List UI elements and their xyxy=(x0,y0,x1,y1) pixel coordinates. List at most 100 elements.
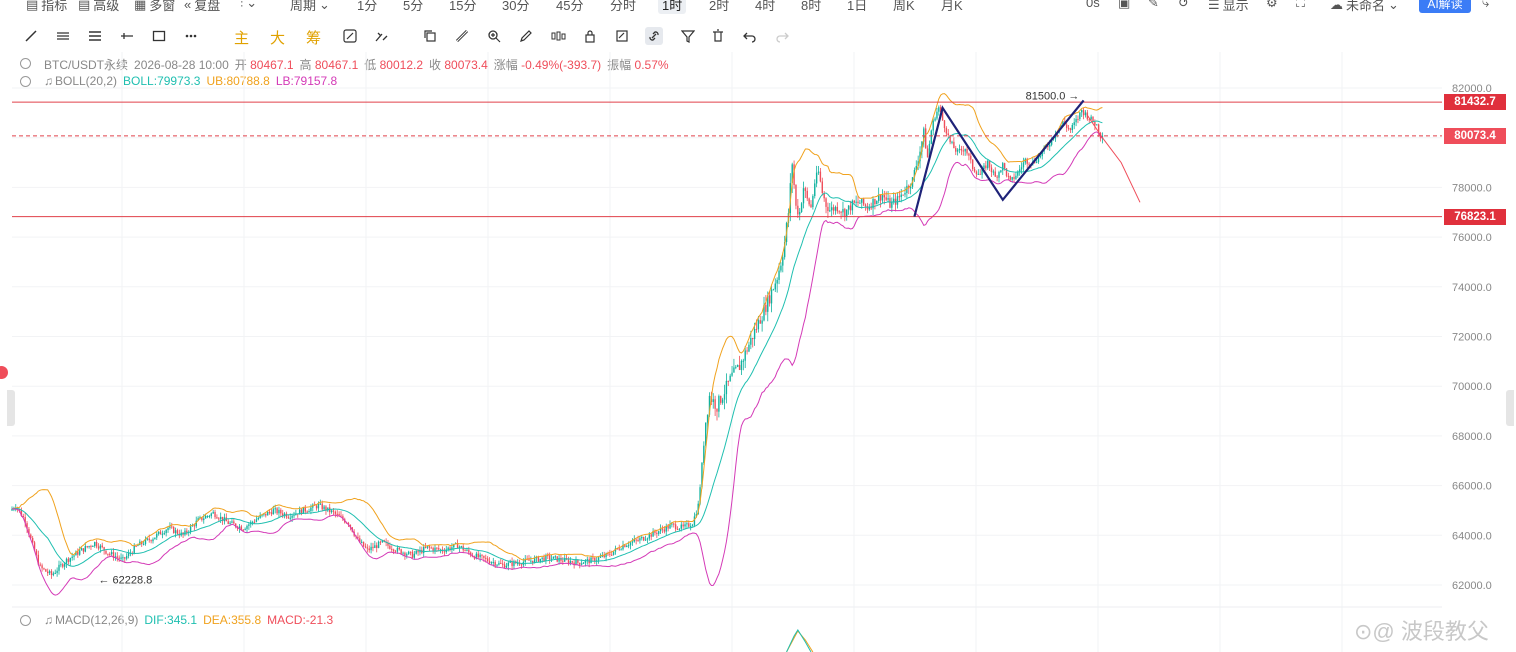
candle-body xyxy=(22,516,24,518)
collapse-circle-icon[interactable] xyxy=(20,615,31,626)
candle-body xyxy=(560,557,562,561)
redo-icon[interactable] xyxy=(773,27,791,45)
collapse-circle-icon[interactable] xyxy=(20,76,31,87)
candle-body xyxy=(302,507,305,514)
interval-timeshare[interactable]: 分时 xyxy=(610,0,636,14)
collapse-circle-icon[interactable] xyxy=(20,58,31,69)
undo-icon[interactable] xyxy=(741,27,759,45)
macd-bell-icon[interactable]: ♫ xyxy=(44,613,53,627)
candle-body xyxy=(400,549,402,554)
interval-1m[interactable]: 1分 xyxy=(357,0,377,14)
main-force-button[interactable]: 主 xyxy=(234,27,249,48)
eraser-tool-icon[interactable] xyxy=(373,27,391,45)
lock-icon[interactable] xyxy=(581,27,599,45)
candle-body xyxy=(344,519,346,523)
candle-body xyxy=(564,557,566,562)
interval-8h[interactable]: 8时 xyxy=(801,0,821,14)
macd-dif-line xyxy=(786,629,812,652)
candle-body xyxy=(423,547,425,553)
advanced-button[interactable]: ▤ 高级 xyxy=(78,0,119,14)
candle-body xyxy=(782,257,784,266)
candle-body xyxy=(900,194,902,198)
candle-body xyxy=(757,320,760,330)
more-tools-icon[interactable] xyxy=(182,27,200,45)
candle-body xyxy=(47,571,49,574)
period-button[interactable]: 周期 ⌄ xyxy=(290,0,330,14)
candle-body xyxy=(511,561,513,566)
candle-body xyxy=(778,270,780,280)
candle-body xyxy=(110,552,113,554)
undo-draw-icon[interactable]: ↺ xyxy=(1178,0,1189,11)
candle-tool-icon[interactable] xyxy=(549,27,567,45)
link-icon[interactable] xyxy=(645,27,663,45)
candle-body xyxy=(473,556,476,559)
candle-body xyxy=(658,531,660,534)
interval-4h[interactable]: 4时 xyxy=(755,0,775,14)
y-tick-label: 68000.0 xyxy=(1452,431,1492,443)
fullscreen-icon[interactable]: ⛶ xyxy=(1296,0,1305,11)
magnet-icon[interactable] xyxy=(341,27,359,45)
pencil-icon[interactable]: ✎ xyxy=(1148,0,1159,11)
horizontal-ray-icon[interactable] xyxy=(118,27,136,45)
candle-body xyxy=(1009,176,1011,180)
interval-30m[interactable]: 30分 xyxy=(502,0,529,14)
interval-45m[interactable]: 45分 xyxy=(556,0,583,14)
y-tick-label: 74000.0 xyxy=(1452,282,1492,294)
candle-body xyxy=(266,511,269,516)
boll-bell-icon[interactable]: ♫ xyxy=(44,74,53,88)
interval-month[interactable]: 月K xyxy=(941,0,963,14)
parallel-lines-icon[interactable] xyxy=(54,27,72,45)
candle-body xyxy=(644,539,647,541)
candle-body xyxy=(368,548,370,551)
candlestick-chart[interactable]: 82000.080000.078000.076000.074000.072000… xyxy=(0,0,1516,652)
multi-window-button[interactable]: ▦ 多窗 xyxy=(134,0,175,14)
brush-icon[interactable] xyxy=(517,27,535,45)
rectangle-tool-icon[interactable] xyxy=(150,27,168,45)
interval-week[interactable]: 周K xyxy=(893,0,915,14)
alert-dot-icon[interactable] xyxy=(0,366,8,379)
candle-body xyxy=(385,541,387,543)
trash-icon[interactable] xyxy=(709,27,727,45)
left-expand-handle[interactable] xyxy=(7,390,15,426)
interval-5m[interactable]: 5分 xyxy=(403,0,423,14)
interval-2h[interactable]: 2时 xyxy=(709,0,729,14)
chart-type-button[interactable]: ⫶ ⌄ xyxy=(240,0,257,11)
ruler-icon[interactable] xyxy=(453,27,471,45)
line-tool-icon[interactable] xyxy=(22,27,40,45)
candle-body xyxy=(930,130,933,144)
candle-body xyxy=(908,185,910,189)
filter-icon[interactable] xyxy=(679,27,697,45)
edit-note-icon[interactable] xyxy=(613,27,631,45)
candle-body xyxy=(891,201,893,208)
zoom-in-icon[interactable] xyxy=(485,27,503,45)
candle-body xyxy=(421,549,423,553)
interval-1d[interactable]: 1日 xyxy=(847,0,867,14)
right-expand-handle[interactable] xyxy=(1506,390,1514,426)
share-icon[interactable]: ⤷ xyxy=(1482,0,1489,11)
copy-icon[interactable] xyxy=(421,27,439,45)
candle-body xyxy=(577,559,579,563)
camera-icon[interactable]: ▣ xyxy=(1118,0,1130,11)
settings-gear-icon[interactable]: ⚙ xyxy=(1266,0,1278,11)
interval-1h[interactable]: 1时 xyxy=(658,0,687,14)
replay-button[interactable]: «复盘 xyxy=(184,0,220,14)
candle-body xyxy=(73,555,75,557)
candle-body xyxy=(62,564,64,567)
amplitude-value: 0.57% xyxy=(634,58,669,72)
chip-distribution-button[interactable]: 筹 xyxy=(306,27,321,48)
candle-body xyxy=(278,509,280,514)
candle-body xyxy=(1096,124,1098,126)
indicator-button[interactable]: ▤ 指标 xyxy=(26,0,67,14)
interval-15m[interactable]: 15分 xyxy=(449,0,476,14)
big-order-button[interactable]: 大 xyxy=(270,27,285,48)
candle-body xyxy=(736,365,739,367)
candle-body xyxy=(114,556,117,558)
layout-name-button[interactable]: ☁ 未命名 ⌄ xyxy=(1330,0,1399,14)
candle-body xyxy=(548,555,551,560)
candle-body xyxy=(872,198,874,209)
candle-body xyxy=(960,148,963,151)
display-button[interactable]: ☰ 显示 xyxy=(1208,0,1249,14)
candle-body xyxy=(834,206,837,211)
ai-interpret-button[interactable]: AI解读 xyxy=(1419,0,1471,13)
channel-icon[interactable] xyxy=(86,27,104,45)
